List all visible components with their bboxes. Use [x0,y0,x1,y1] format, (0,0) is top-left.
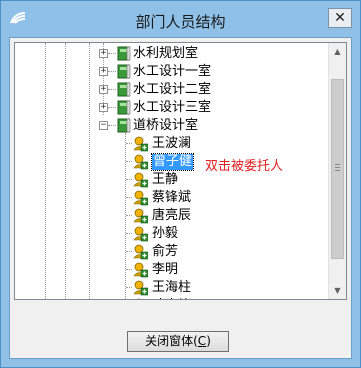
vertical-scrollbar[interactable]: ▲ ▼ [328,43,346,299]
scroll-grip-line [335,167,340,168]
department-node[interactable]: − 道桥设计室 [15,117,325,135]
title-bar[interactable]: 部门人员结构 ✕ [1,1,360,37]
scroll-up-arrow-icon[interactable]: ▲ [329,43,346,60]
member-label-selected[interactable]: 曾子健 [150,153,195,171]
scroll-grip-line [335,170,340,171]
member-label[interactable]: 王海柱 [152,280,191,296]
close-button-suffix: ) [206,334,211,348]
tree-branch-line [126,215,132,216]
member-node[interactable]: 李明 [15,261,325,279]
member-node[interactable]: 孙毅 [15,225,325,243]
user-add-icon [133,226,148,242]
close-icon[interactable]: ✕ [328,8,352,28]
expand-plus-icon[interactable]: + [99,85,108,94]
user-add-icon [137,298,141,299]
scroll-thumb[interactable] [331,79,344,259]
close-button-prefix: 关闭窗体( [145,334,198,348]
green-book-icon [117,46,131,61]
green-book-icon [117,64,131,79]
dialog-window: 部门人员结构 ✕ + 水利规划室 + 水工设计一室 + 水工设计二室 + 水工设计三室 − 道桥设… [0,0,361,368]
close-button-accelerator: C [197,334,207,348]
tree-branch-line [126,143,132,144]
tree-branch-line [108,107,116,108]
user-add-icon [133,262,148,278]
department-label[interactable]: 水工设计三室 [133,100,211,116]
window-title: 部门人员结构 [135,13,226,31]
tree-branch-line [126,269,132,270]
member-node[interactable]: 王波澜 [15,135,325,153]
tree-branch-line [126,161,132,162]
member-label[interactable]: 蔡锋斌 [152,190,191,206]
department-label[interactable]: 水工设计二室 [133,82,211,98]
collapse-minus-icon[interactable]: − [99,121,108,130]
dialog-client-area: + 水利规划室 + 水工设计一室 + 水工设计二室 + 水工设计三室 − 道桥设计室 王波澜 曾子健王… [9,37,352,359]
user-add-icon [133,280,148,296]
scroll-down-arrow-icon[interactable]: ▼ [329,282,346,299]
tree-branch-line [126,251,132,252]
member-label[interactable]: 孙毅 [152,226,178,242]
department-node[interactable]: + 水工设计三室 [15,99,325,117]
expand-plus-icon[interactable]: + [99,67,108,76]
user-add-icon [133,190,148,206]
scroll-grip-line [335,164,340,165]
green-book-icon [117,100,131,115]
expand-plus-icon[interactable]: + [99,103,108,112]
user-add-icon [133,208,148,224]
tree-branch-line [126,179,132,180]
member-node[interactable]: 俞芳 [15,243,325,261]
tree-branch-line [126,197,132,198]
tree-branch-line [108,89,116,90]
member-label[interactable]: 王静 [152,172,178,188]
tree-branch-line [108,71,116,72]
department-label[interactable]: 水利规划室 [133,46,198,62]
user-add-icon [133,244,148,260]
user-add-icon [133,172,148,188]
member-node[interactable]: 叶小峰 [15,297,325,299]
annotation-hint: 双击被委托人 [205,159,284,174]
green-book-icon [117,82,131,97]
department-label[interactable]: 水工设计一室 [133,64,211,80]
user-add-icon [133,154,148,170]
member-label[interactable]: 唐亮辰 [152,208,191,224]
member-label[interactable]: 李明 [152,262,178,278]
tree-branch-line [126,287,132,288]
tree-branch-line [108,125,116,126]
tree-branch-line [126,233,132,234]
member-label[interactable]: 俞芳 [152,244,178,260]
department-label[interactable]: 道桥设计室 [133,118,198,134]
expand-plus-icon[interactable]: + [99,49,108,58]
tree-branch-line [108,53,116,54]
department-node[interactable]: + 水利规划室 [15,45,325,63]
user-add-icon [133,136,148,152]
green-book-icon [117,118,131,133]
department-node[interactable]: + 水工设计一室 [15,63,325,81]
member-label[interactable]: 叶小峰 [152,298,191,299]
member-node[interactable]: 王海柱 [15,279,325,297]
member-node[interactable]: 唐亮辰 [15,207,325,225]
member-node[interactable]: 蔡锋斌 [15,189,325,207]
department-tree[interactable]: + 水利规划室 + 水工设计一室 + 水工设计二室 + 水工设计三室 − 道桥设计室 王波澜 曾子健王… [14,42,347,300]
department-node[interactable]: + 水工设计二室 [15,81,325,99]
close-window-button[interactable]: 关闭窗体(C) [127,331,229,352]
member-label[interactable]: 王波澜 [152,136,191,152]
